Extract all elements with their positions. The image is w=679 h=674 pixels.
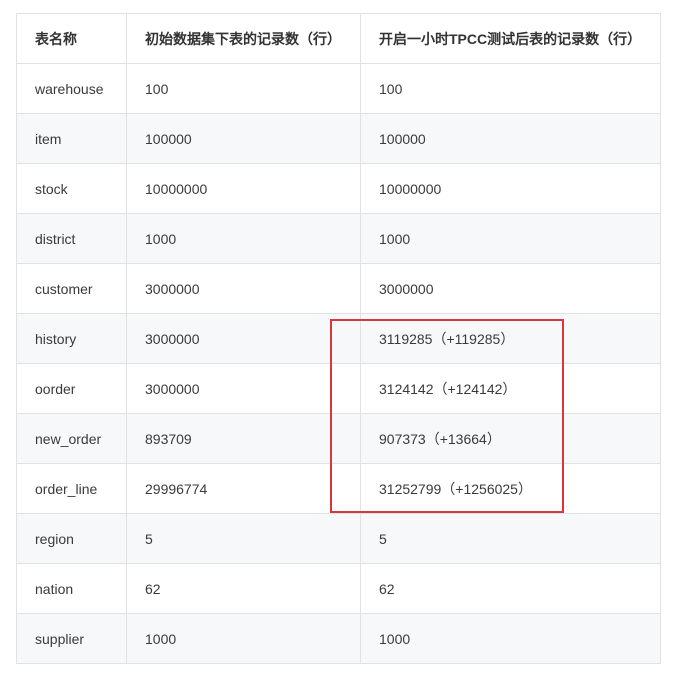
cell-after-count: 1000	[360, 613, 661, 664]
cell-initial-count: 3000000	[126, 263, 361, 314]
cell-initial-count: 100	[126, 63, 361, 114]
cell-after-count: 3119285（+119285）	[360, 313, 661, 364]
cell-initial-count: 62	[126, 563, 361, 614]
cell-after-count: 5	[360, 513, 661, 564]
cell-table-name: nation	[16, 563, 127, 614]
table-row: history 3000000 3119285（+119285）	[16, 313, 661, 364]
table-row: nation 62 62	[16, 563, 661, 614]
cell-table-name: order_line	[16, 463, 127, 514]
cell-initial-count: 1000	[126, 613, 361, 664]
table-row: oorder 3000000 3124142（+124142）	[16, 363, 661, 414]
cell-table-name: district	[16, 213, 127, 264]
cell-after-count: 3000000	[360, 263, 661, 314]
cell-table-name: history	[16, 313, 127, 364]
cell-initial-count: 3000000	[126, 313, 361, 364]
header-table-name: 表名称	[16, 13, 127, 64]
cell-initial-count: 5	[126, 513, 361, 564]
table-row: supplier 1000 1000	[16, 613, 661, 664]
cell-after-count: 3124142（+124142）	[360, 363, 661, 414]
cell-table-name: oorder	[16, 363, 127, 414]
cell-after-count: 907373（+13664）	[360, 413, 661, 464]
cell-table-name: item	[16, 113, 127, 164]
header-initial-count: 初始数据集下表的记录数（行）	[126, 13, 361, 64]
table-row: warehouse 100 100	[16, 63, 661, 114]
cell-initial-count: 893709	[126, 413, 361, 464]
cell-table-name: warehouse	[16, 63, 127, 114]
cell-initial-count: 1000	[126, 213, 361, 264]
cell-table-name: new_order	[16, 413, 127, 464]
cell-table-name: stock	[16, 163, 127, 214]
table-header-row: 表名称 初始数据集下表的记录数（行） 开启一小时TPCC测试后表的记录数（行）	[16, 13, 661, 64]
cell-after-count: 1000	[360, 213, 661, 264]
table-row: district 1000 1000	[16, 213, 661, 264]
cell-after-count: 10000000	[360, 163, 661, 214]
table-row: stock 10000000 10000000	[16, 163, 661, 214]
cell-table-name: supplier	[16, 613, 127, 664]
table-row: item 100000 100000	[16, 113, 661, 164]
record-count-table-container: 表名称 初始数据集下表的记录数（行） 开启一小时TPCC测试后表的记录数（行） …	[16, 13, 661, 664]
cell-initial-count: 10000000	[126, 163, 361, 214]
cell-table-name: customer	[16, 263, 127, 314]
table-row: customer 3000000 3000000	[16, 263, 661, 314]
table-row: order_line 29996774 31252799（+1256025）	[16, 463, 661, 514]
table-row: new_order 893709 907373（+13664）	[16, 413, 661, 464]
cell-after-count: 31252799（+1256025）	[360, 463, 661, 514]
cell-initial-count: 100000	[126, 113, 361, 164]
cell-after-count: 100	[360, 63, 661, 114]
cell-initial-count: 3000000	[126, 363, 361, 414]
cell-after-count: 100000	[360, 113, 661, 164]
header-after-tpcc-count: 开启一小时TPCC测试后表的记录数（行）	[360, 13, 661, 64]
cell-after-count: 62	[360, 563, 661, 614]
cell-initial-count: 29996774	[126, 463, 361, 514]
record-count-table: 表名称 初始数据集下表的记录数（行） 开启一小时TPCC测试后表的记录数（行） …	[16, 13, 661, 664]
cell-table-name: region	[16, 513, 127, 564]
table-row: region 5 5	[16, 513, 661, 564]
